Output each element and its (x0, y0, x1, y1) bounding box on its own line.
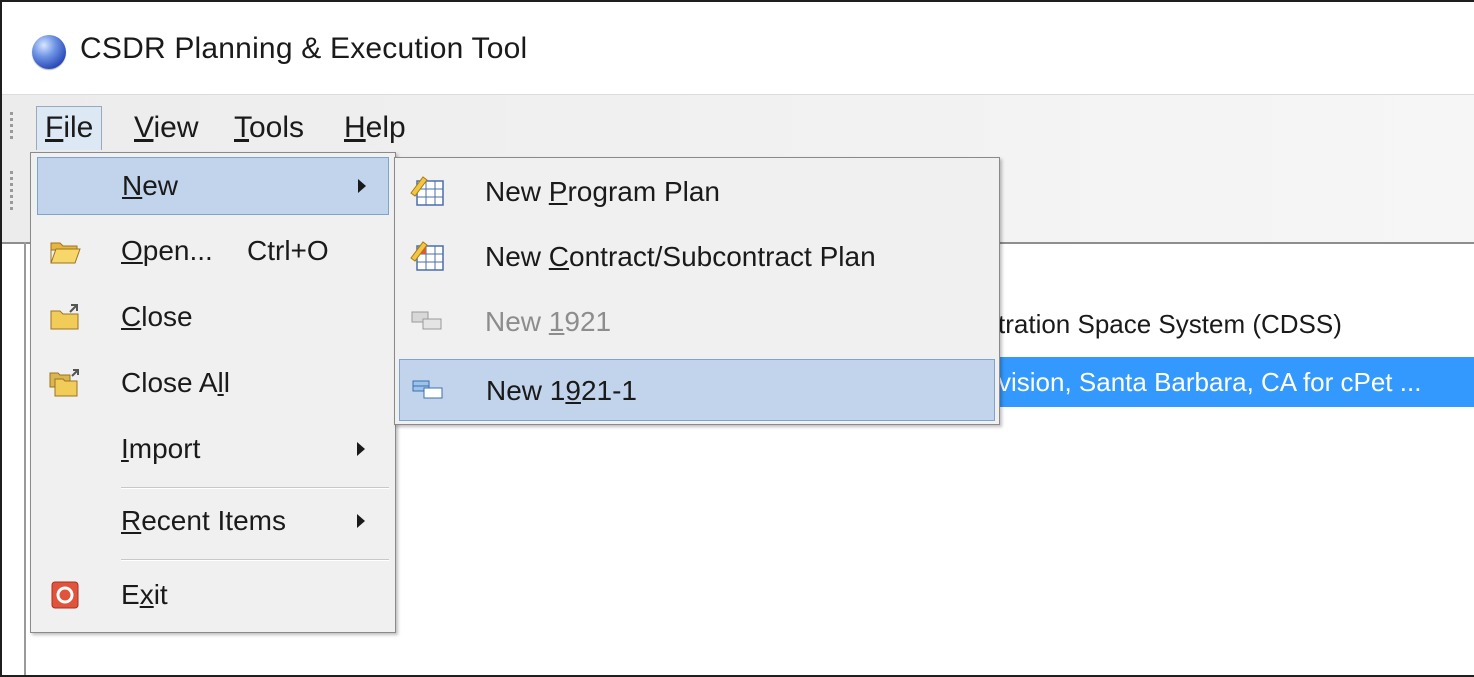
submenu-new-contract-plan[interactable]: New Contract/Subcontract Plan (399, 226, 995, 288)
menu-separator (121, 487, 389, 489)
open-folder-icon (50, 242, 81, 264)
menu-file[interactable]: File (36, 106, 103, 150)
submenu-new-1921-1[interactable]: New 1921-1 (399, 359, 995, 421)
submenu-arrow-icon (357, 514, 365, 528)
menu-tools[interactable]: Tools (226, 106, 312, 150)
menubar-grip-icon[interactable] (10, 109, 16, 139)
submenu-new-1921[interactable]: New 1921 (399, 291, 995, 353)
program-plan-icon (410, 176, 444, 206)
submenu-new-program-plan-label: New Program Plan (485, 176, 720, 207)
file-menu-recent-items[interactable]: Recent Items (37, 493, 389, 551)
menu-bar (2, 94, 1474, 155)
file-menu-close-all[interactable]: Close All (37, 355, 389, 413)
file-menu-open[interactable]: Open... Ctrl+O (37, 223, 389, 281)
submenu-arrow-icon (358, 179, 366, 193)
file-menu-close-label: Close (121, 301, 193, 332)
contract-plan-icon (410, 241, 444, 271)
application-window: CSDR Planning & Execution Tool File View… (0, 0, 1474, 677)
window-title: CSDR Planning & Execution Tool (80, 32, 528, 65)
file-menu-import[interactable]: Import (37, 421, 389, 479)
tree-item[interactable]: tration Space System (CDSS) (998, 309, 1342, 340)
content-panel-border (24, 242, 26, 675)
file-menu-import-label: Import (121, 433, 201, 464)
tree-item-selected[interactable]: vision, Santa Barbara, CA for cPet ... (998, 357, 1474, 407)
open-shortcut: Ctrl+O (247, 235, 329, 266)
file-menu-exit[interactable]: Exit (37, 567, 389, 625)
submenu-arrow-icon (357, 442, 365, 456)
menu-separator (121, 559, 389, 561)
file-menu-new-label: New (122, 170, 179, 201)
file-menu-close[interactable]: Close (37, 289, 389, 347)
form-1921-1-icon (412, 380, 443, 399)
file-menu-dropdown: New Open... Ctrl+O Close Close All Impor… (30, 152, 396, 633)
close-all-folders-icon (49, 369, 79, 397)
new-submenu: New Program Plan New Contract/Subcontrac… (394, 157, 1000, 425)
file-menu-new[interactable]: New (37, 157, 389, 215)
menu-help[interactable]: Help (336, 106, 414, 150)
file-menu-exit-label: Exit (121, 579, 168, 610)
toolbar-grip-icon[interactable] (10, 168, 16, 210)
file-menu-recent-items-label: Recent Items (121, 505, 286, 536)
file-menu-open-label: Open... (121, 235, 213, 266)
app-globe-icon (32, 35, 66, 69)
title-bar: CSDR Planning & Execution Tool (2, 2, 1474, 94)
close-folder-icon (50, 304, 79, 330)
submenu-new-1921-label: New 1921 (485, 306, 612, 337)
menu-view[interactable]: View (126, 106, 206, 150)
file-menu-close-all-label: Close All (121, 367, 230, 398)
submenu-new-contract-plan-label: New Contract/Subcontract Plan (485, 241, 876, 272)
form-1921-icon (411, 311, 442, 330)
submenu-new-1921-1-label: New 1921-1 (486, 375, 637, 406)
exit-icon (51, 581, 79, 609)
submenu-new-program-plan[interactable]: New Program Plan (399, 161, 995, 223)
